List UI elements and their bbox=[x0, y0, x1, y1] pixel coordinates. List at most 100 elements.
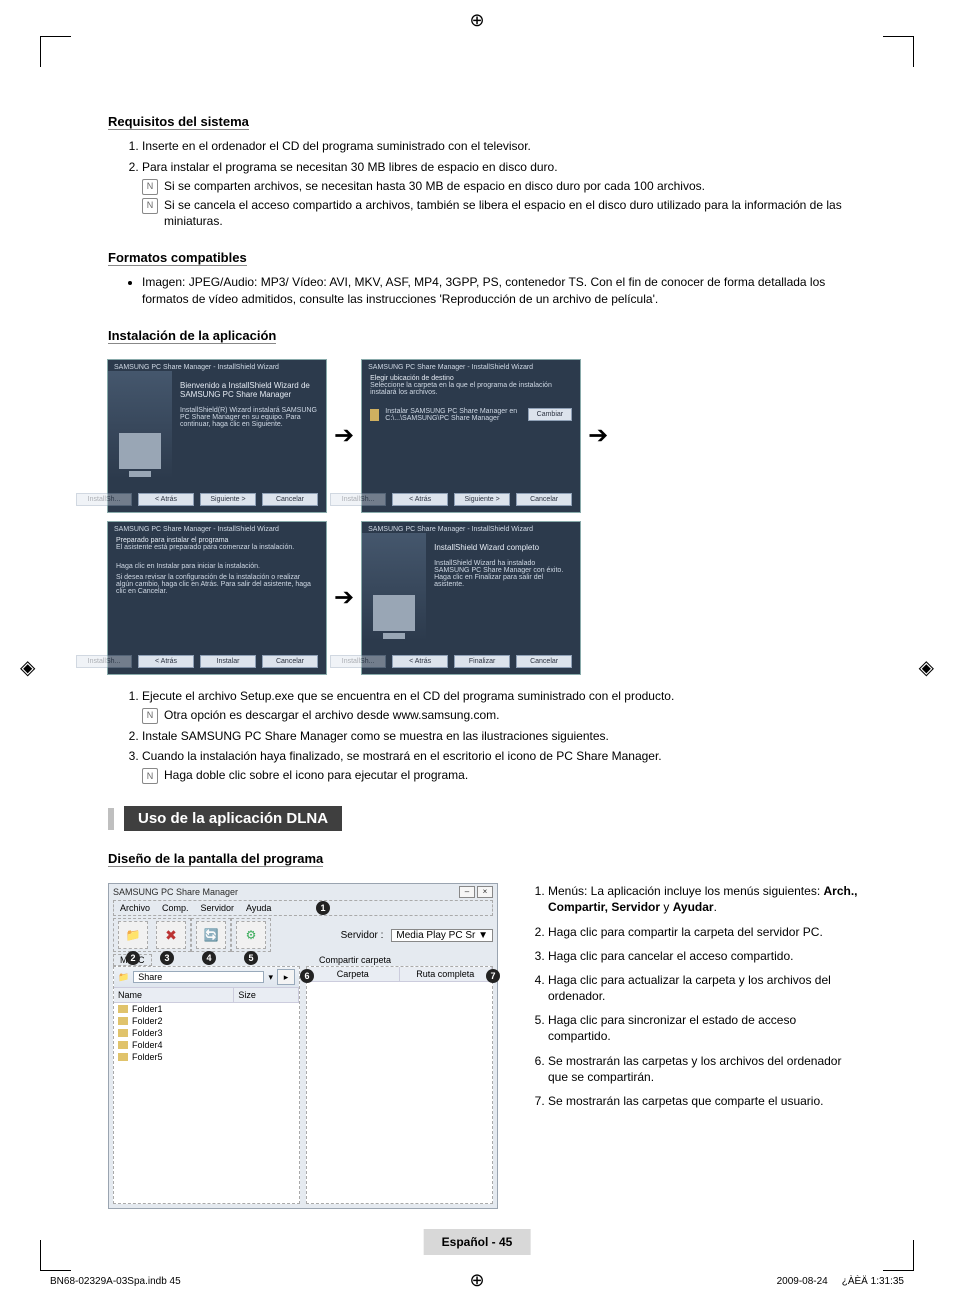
desc-2: Haga clic para compartir la carpeta del … bbox=[548, 924, 858, 940]
share-folder-button[interactable]: 📁 bbox=[118, 921, 148, 949]
print-footer-date: 2009-08-24 bbox=[777, 1276, 828, 1287]
next-button[interactable]: Siguiente > bbox=[454, 493, 510, 506]
post-install-3-note: N Haga doble clic sobre el icono para ej… bbox=[142, 767, 868, 784]
col-name-header[interactable]: Name bbox=[114, 988, 234, 1002]
post-install-3-note-text: Haga doble clic sobre el icono para ejec… bbox=[164, 767, 468, 784]
post-install-1-text: Ejecute el archivo Setup.exe que se encu… bbox=[142, 689, 674, 703]
arrow-right-icon: ➔ bbox=[334, 421, 354, 450]
app-menu-bar: Archivo Comp. Servidor Ayuda bbox=[113, 900, 493, 916]
screen-description-list: Menús: La aplicación incluye los menús s… bbox=[528, 883, 858, 1117]
requisitos-list: Inserte en el ordenador el CD del progra… bbox=[108, 138, 868, 230]
app-title: SAMSUNG PC Share Manager bbox=[113, 887, 238, 897]
formatos-list: Imagen: JPEG/Audio: MP3/ Vídeo: AVI, MKV… bbox=[108, 274, 868, 308]
requisitos-item-1: Inserte en el ordenador el CD del progra… bbox=[142, 138, 868, 155]
folder-icon bbox=[118, 1053, 128, 1061]
wizard-step2-sub: Seleccione la carpeta en la que el progr… bbox=[370, 382, 572, 396]
wizard-step2-path: Instalar SAMSUNG PC Share Manager en C:\… bbox=[385, 408, 527, 422]
wizard-step2-head: Elegir ubicación de destino bbox=[370, 375, 572, 382]
col-size-header[interactable]: Size bbox=[234, 988, 299, 1002]
menu-archivo[interactable]: Archivo bbox=[120, 903, 150, 913]
desc-5: Haga clic para sincronizar el estado de … bbox=[548, 1012, 858, 1044]
back-button[interactable]: < Atrás bbox=[392, 493, 448, 506]
finish-button[interactable]: Finalizar bbox=[454, 655, 510, 668]
next-button[interactable]: Siguiente > bbox=[200, 493, 256, 506]
section-title-instalacion: Instalación de la aplicación bbox=[108, 328, 276, 344]
folder-rows: Folder1 Folder2 Folder3 Folder4 Folder5 bbox=[114, 1003, 299, 1063]
back-button[interactable]: < Atrás bbox=[392, 655, 448, 668]
cancel-button[interactable]: Cancelar bbox=[516, 655, 572, 668]
section-title-requisitos: Requisitos del sistema bbox=[108, 114, 249, 130]
requisitos-note-1-text: Si se comparten archivos, se necesitan h… bbox=[164, 178, 705, 195]
cancel-button[interactable]: Cancelar bbox=[262, 655, 318, 668]
note-icon: N bbox=[142, 708, 158, 724]
left-folder-pane: 📁 Share ▾ ▸ Name Size bbox=[113, 966, 300, 1204]
menu-ayuda[interactable]: Ayuda bbox=[246, 903, 271, 913]
desc-7: Se mostrarán las carpetas que comparte e… bbox=[548, 1093, 858, 1109]
list-item[interactable]: Folder4 bbox=[114, 1039, 299, 1051]
side-arrow-right: ◈ bbox=[919, 655, 934, 680]
print-footer-time: ¿ÀÈÄ 1:31:35 bbox=[842, 1276, 904, 1287]
list-item[interactable]: Folder1 bbox=[114, 1003, 299, 1015]
page-number-pill: Español - 45 bbox=[424, 1229, 531, 1255]
server-select[interactable]: Media Play PC Sr ▼ bbox=[391, 929, 493, 942]
wizard-titlebar: SAMSUNG PC Share Manager - InstallShield… bbox=[108, 522, 326, 533]
col-ruta-header[interactable]: Ruta completa bbox=[400, 967, 493, 982]
requisitos-note-2-text: Si se cancela el acceso compartido a arc… bbox=[164, 197, 868, 231]
list-item[interactable]: Folder5 bbox=[114, 1051, 299, 1063]
back-button[interactable]: < Atrás bbox=[138, 493, 194, 506]
list-item[interactable]: Folder2 bbox=[114, 1015, 299, 1027]
sync-button[interactable]: ⚙ bbox=[236, 921, 266, 949]
section-title-diseno: Diseño de la pantalla del programa bbox=[108, 851, 323, 867]
requisitos-note-2: N Si se cancela el acceso compartido a a… bbox=[142, 197, 868, 231]
install-button[interactable]: Instalar bbox=[200, 655, 256, 668]
requisitos-note-1: N Si se comparten archivos, se necesitan… bbox=[142, 178, 868, 195]
compartir-carpeta-label: Compartir carpeta bbox=[313, 955, 397, 965]
arrow-right-icon: ➔ bbox=[588, 421, 608, 450]
desc-1: Menús: La aplicación incluye los menús s… bbox=[548, 883, 858, 915]
note-icon: N bbox=[142, 198, 158, 214]
wizard-step1-body: InstallShield(R) Wizard instalará SAMSUN… bbox=[180, 407, 318, 428]
window-close-button[interactable]: × bbox=[477, 886, 493, 898]
folder-name: Folder2 bbox=[132, 1016, 163, 1026]
install-screenshot-grid: SAMSUNG PC Share Manager - InstallShield… bbox=[108, 360, 868, 674]
post-install-list: Ejecute el archivo Setup.exe que se encu… bbox=[108, 688, 868, 784]
menu-comp[interactable]: Comp. bbox=[162, 903, 189, 913]
desc-3: Haga clic para cancelar el acceso compar… bbox=[548, 948, 858, 964]
note-icon: N bbox=[142, 768, 158, 784]
unshare-folder-button[interactable]: ✖ bbox=[156, 921, 186, 949]
section-bar-dlna: Uso de la aplicación DLNA bbox=[108, 806, 868, 831]
install-wizard-step4: SAMSUNG PC Share Manager - InstallShield… bbox=[362, 522, 580, 674]
crop-mark-tl bbox=[40, 36, 71, 67]
folder-icon bbox=[118, 1005, 128, 1013]
wizard-step3-body1: Haga clic en Instalar para iniciar la in… bbox=[116, 563, 318, 570]
print-footer-file: BN68-02329A-03Spa.indb 45 bbox=[50, 1276, 181, 1287]
col-carpeta-header[interactable]: Carpeta bbox=[307, 967, 400, 982]
desc-1-a: Menús: La aplicación incluye los menús s… bbox=[548, 884, 823, 898]
wizard-brand-left: InstallSh... bbox=[76, 493, 132, 506]
wizard-titlebar: SAMSUNG PC Share Manager - InstallShield… bbox=[362, 360, 580, 371]
wizard-side-image bbox=[362, 533, 426, 641]
wizard-titlebar: SAMSUNG PC Share Manager - InstallShield… bbox=[362, 522, 580, 533]
note-icon: N bbox=[142, 179, 158, 195]
list-item[interactable]: Folder3 bbox=[114, 1027, 299, 1039]
cancel-button[interactable]: Cancelar bbox=[516, 493, 572, 506]
dropdown-icon[interactable]: ▾ bbox=[268, 972, 273, 983]
desc-1-e: . bbox=[714, 900, 717, 914]
refresh-button[interactable]: 🔄 bbox=[196, 921, 226, 949]
share-path-field[interactable]: Share bbox=[133, 971, 264, 983]
folder-icon bbox=[118, 1017, 128, 1025]
desc-1-d: Ayudar bbox=[673, 900, 714, 914]
back-button[interactable]: < Atrás bbox=[138, 655, 194, 668]
folder-icon bbox=[370, 409, 379, 421]
menu-servidor[interactable]: Servidor bbox=[201, 903, 235, 913]
requisitos-item-2-text: Para instalar el programa se necesitan 3… bbox=[142, 160, 558, 174]
formatos-item: Imagen: JPEG/Audio: MP3/ Vídeo: AVI, MKV… bbox=[142, 274, 868, 308]
install-wizard-step2: SAMSUNG PC Share Manager - InstallShield… bbox=[362, 360, 580, 512]
wizard-brand-left: InstallSh... bbox=[330, 493, 386, 506]
window-minimize-button[interactable]: – bbox=[459, 886, 475, 898]
cancel-button[interactable]: Cancelar bbox=[262, 493, 318, 506]
change-button[interactable]: Cambiar bbox=[528, 408, 572, 421]
server-label: Servidor : bbox=[341, 930, 384, 941]
go-button[interactable]: ▸ bbox=[277, 969, 295, 985]
registration-mark-bottom: ⊕ bbox=[469, 1270, 484, 1291]
